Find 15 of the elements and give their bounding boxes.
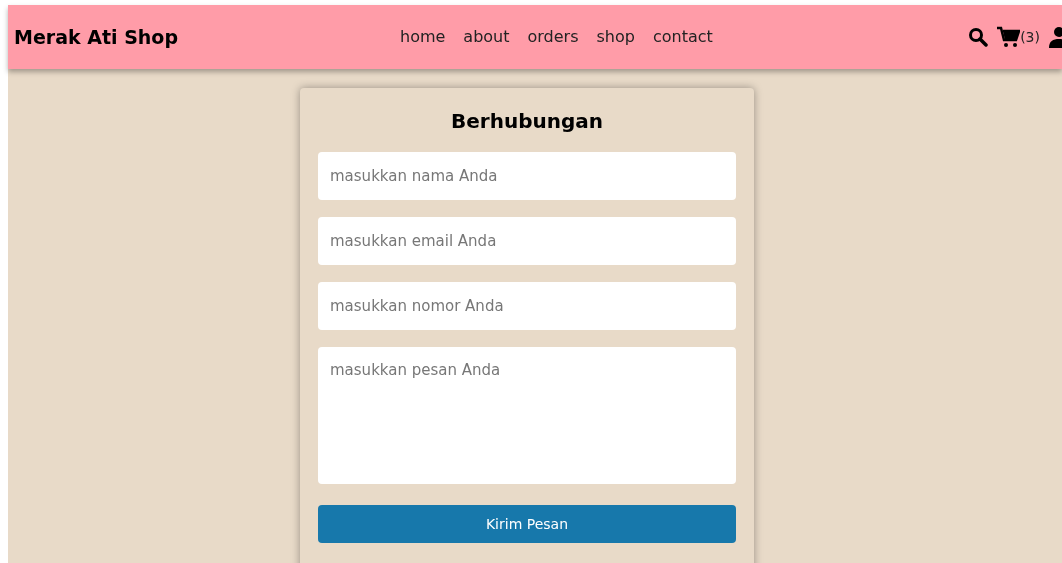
nav-link[interactable]: orders	[527, 25, 579, 49]
nav-link[interactable]: contact	[652, 25, 713, 49]
nav-link[interactable]: about	[463, 25, 510, 49]
message-field[interactable]: masukkan pesan Anda	[318, 347, 736, 484]
brand-logo[interactable]: Merak Ati Shop	[14, 22, 394, 52]
nav-link[interactable]: shop	[596, 25, 635, 49]
nav-link[interactable]: home	[400, 25, 446, 49]
cart-count: (3)	[1020, 28, 1040, 47]
input-field[interactable]: masukkan nama Anda	[318, 152, 736, 200]
search-icon[interactable]	[968, 27, 989, 47]
submit-button[interactable]: Kirim Pesan	[318, 505, 736, 543]
input-field[interactable]: masukkan nomor Anda	[318, 282, 736, 330]
input-field[interactable]: masukkan email Anda	[318, 217, 736, 265]
cart-icon[interactable]	[996, 26, 1021, 48]
form-title: Berhubungan	[450, 108, 604, 135]
